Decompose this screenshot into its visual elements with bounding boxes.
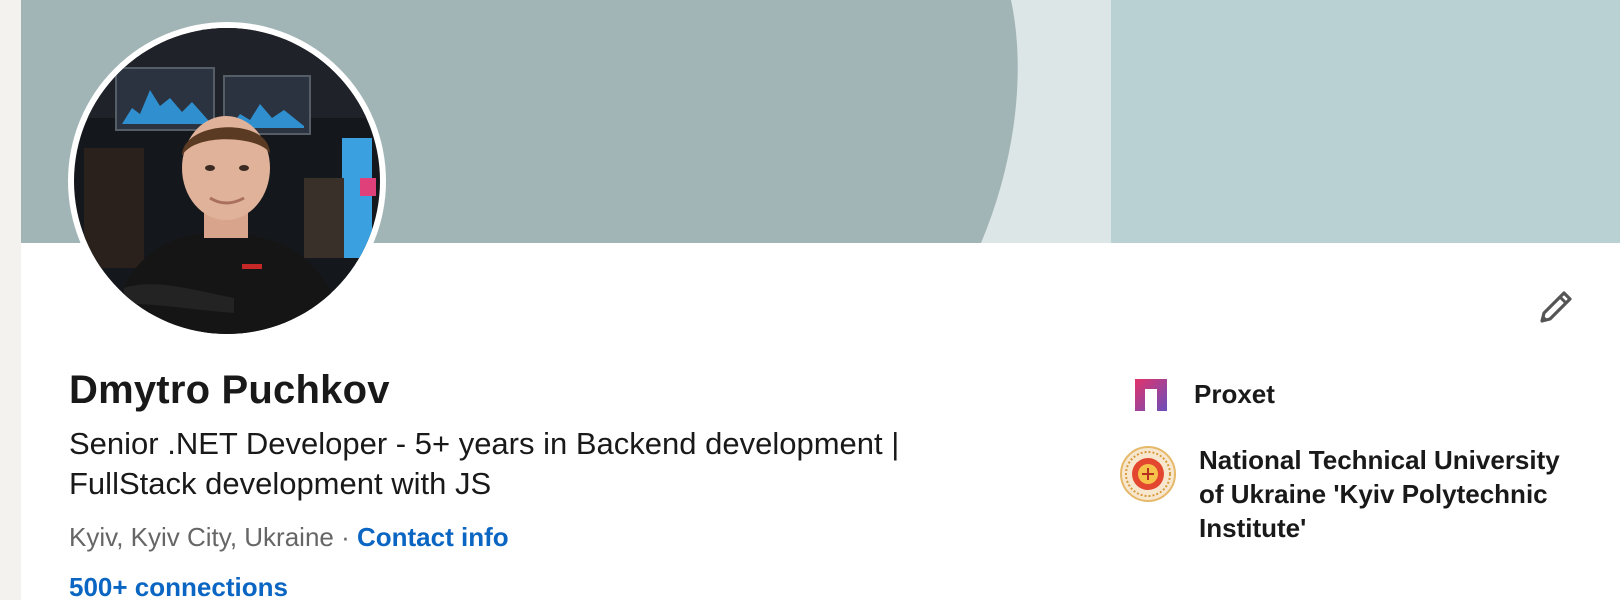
profile-headline: Senior .NET Developer - 5+ years in Back… (69, 426, 900, 501)
location-row: Kyiv, Kyiv City, Ukraine · Contact info (69, 522, 509, 553)
profile-name: Dmytro Puchkov (69, 368, 390, 412)
connections-link[interactable]: 500+ connections (69, 572, 288, 600)
contact-info-link[interactable]: Contact info (357, 522, 509, 552)
location-text: Kyiv, Kyiv City, Ukraine (69, 522, 334, 552)
kpi-seal-icon (1120, 446, 1176, 507)
proxet-logo-icon (1131, 375, 1171, 420)
profile-card: Dmytro Puchkov Senior .NET Developer - 5… (21, 0, 1620, 600)
edit-intro-button[interactable] (1525, 280, 1585, 340)
profile-photo[interactable] (68, 22, 386, 340)
company-label: Proxet (1194, 379, 1275, 409)
profile-photo-image (74, 28, 380, 334)
school-label: National Technical University of Ukraine… (1199, 445, 1560, 543)
pencil-icon (1534, 287, 1576, 334)
education-school[interactable]: National Technical University of Ukraine… (1120, 445, 1569, 545)
separator: · (333, 522, 357, 552)
current-company[interactable]: Proxet (1131, 375, 1275, 420)
